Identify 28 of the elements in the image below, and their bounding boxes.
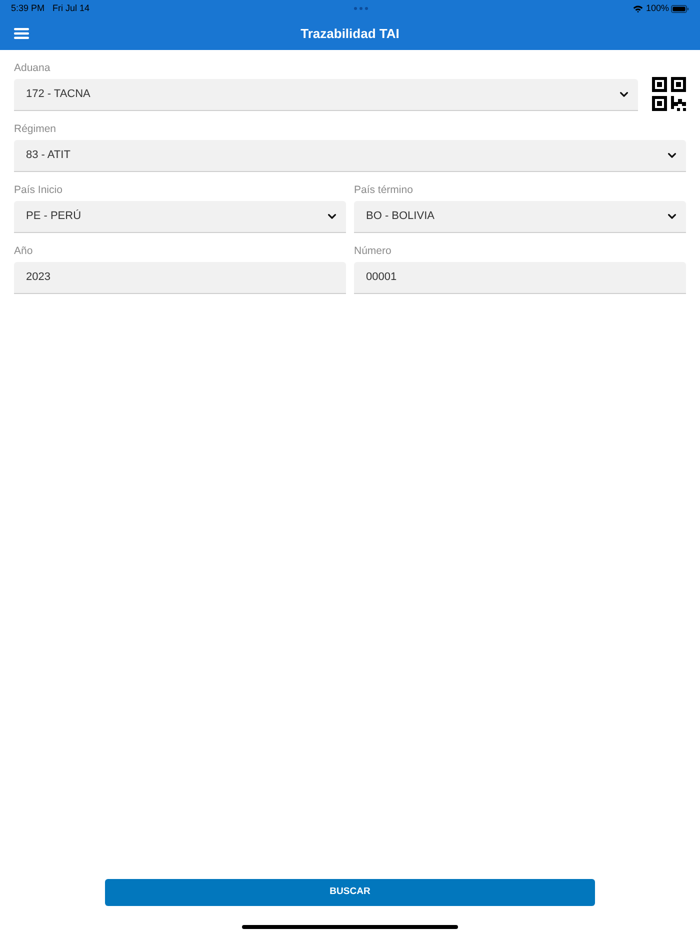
menu-button[interactable] [13,27,29,40]
status-date: Fri Jul 14 [52,2,90,15]
qr-code-icon [652,77,686,111]
wifi-icon [632,4,643,12]
field-label: Régimen [14,122,58,136]
search-button[interactable]: BUSCAR [105,879,595,906]
dropdown[interactable]: 172 - TACNA [14,79,638,111]
app-title: Trazabilidad TAI [300,24,400,43]
field-label: Año [14,244,34,258]
input-field[interactable]: 2023 [14,262,346,294]
chevron-down-icon [668,214,676,219]
field-label: Número [354,244,392,258]
field-label: Aduana [14,61,52,75]
input-field[interactable]: 00001 [354,262,686,294]
dropdown[interactable]: BO - BOLIVIA [354,201,686,233]
chevron-down-icon [668,153,676,158]
dropdown[interactable]: 83 - ATIT [14,140,686,172]
battery-icon [671,4,689,12]
menu-icon [14,28,28,39]
chevron-down-icon [328,214,336,219]
field-label: País Inicio [14,183,64,197]
field-label: País término [354,183,414,197]
status-time: 5:39 PM [11,2,45,15]
dropdown[interactable]: PE - PERÚ [14,201,346,233]
more-dots-icon [354,7,368,10]
qr-scan-button[interactable] [652,77,686,111]
chevron-down-icon [620,92,628,97]
battery-percentage: 100% [646,2,669,15]
